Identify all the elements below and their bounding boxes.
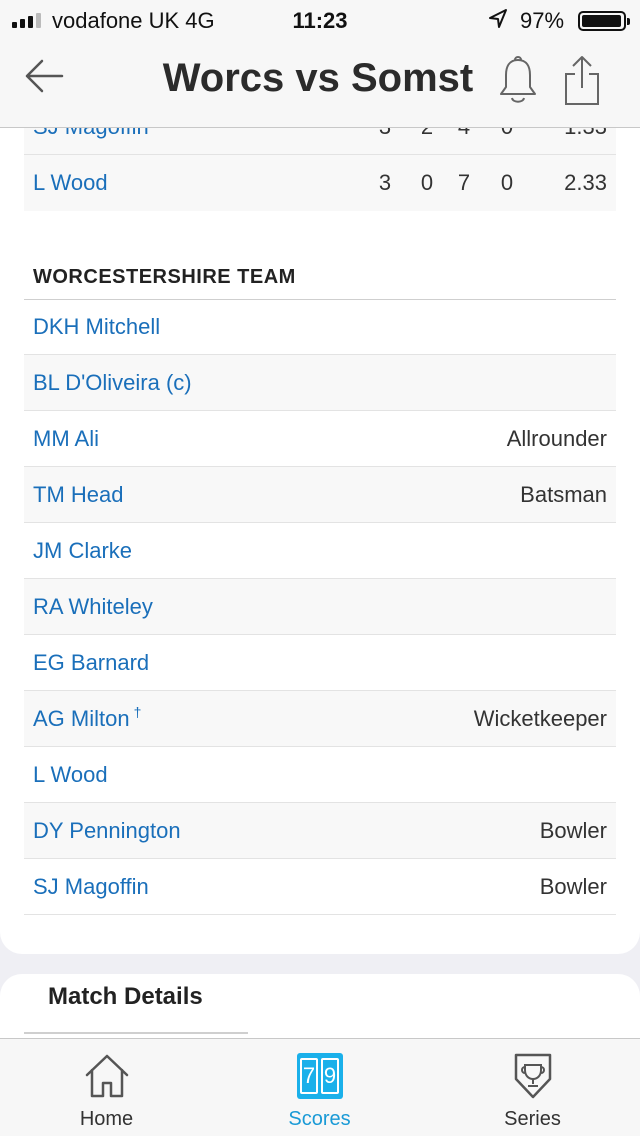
bowler-overs: 3 (378, 170, 392, 195)
tab-underline (24, 1032, 248, 1034)
player-name-text: MM Ali (33, 426, 99, 451)
player-name[interactable]: MM Ali (33, 426, 99, 452)
team-heading: WORCESTERSHIRE TEAM (24, 266, 616, 300)
home-icon (85, 1054, 128, 1098)
player-role: Bowler (539, 874, 607, 899)
player-row[interactable]: RA Whiteley (24, 579, 616, 635)
player-role: Allrounder (506, 426, 607, 451)
page-title: Worcs vs Somst (162, 56, 474, 100)
notifications-button[interactable] (496, 56, 540, 106)
scores-icon-digit: 7 (300, 1058, 318, 1094)
player-name[interactable]: DY Pennington (33, 818, 181, 844)
scores-icon-digit: 9 (321, 1058, 339, 1094)
tab-home-label: Home (79, 1108, 134, 1130)
player-row[interactable]: AG Milton † Wicketkeeper (24, 691, 616, 747)
bowler-name[interactable]: L Wood (33, 170, 108, 196)
battery-icon (578, 11, 630, 31)
player-name-text: AG Milton (33, 706, 130, 731)
bowler-maidens: 0 (420, 170, 434, 195)
bowling-row[interactable]: SJ Magoffin 3 2 4 0 1.33 (24, 128, 616, 155)
scorecard-panel: SJ Magoffin 3 2 4 0 1.33 L Wood 3 0 7 0 … (0, 128, 640, 954)
player-role: Bowler (539, 818, 607, 843)
player-name[interactable]: TM Head (33, 482, 123, 508)
share-icon (565, 56, 599, 105)
player-row[interactable]: MM Ali Allrounder (24, 411, 616, 467)
bowling-row[interactable]: L Wood 3 0 7 0 2.33 (24, 155, 616, 211)
player-row[interactable]: BL D'Oliveira (c) (24, 355, 616, 411)
bowler-maidens: 2 (412, 128, 442, 140)
battery-percent: 97% (520, 8, 565, 33)
scores-icon: 7 9 (296, 1053, 343, 1099)
player-name[interactable]: SJ Magoffin (33, 874, 149, 900)
player-name-text: SJ Magoffin (33, 874, 149, 899)
player-role: Wicketkeeper (473, 706, 607, 731)
player-row[interactable]: L Wood (24, 747, 616, 803)
tab-scores[interactable]: 7 9 Scores (213, 1039, 426, 1136)
bowler-economy: 1.33 (564, 128, 607, 140)
player-row[interactable]: SJ Magoffin Bowler (24, 859, 616, 915)
player-row[interactable]: TM Head Batsman (24, 467, 616, 523)
team-heading-label: WORCESTERSHIRE TEAM (33, 266, 296, 288)
tab-match-details[interactable]: Match Details (48, 983, 203, 1011)
player-row[interactable]: EG Barnard (24, 635, 616, 691)
player-role: Batsman (520, 482, 607, 507)
player-name[interactable]: DKH Mitchell (33, 314, 160, 340)
bowler-economy: 2.33 (564, 170, 607, 195)
tab-series[interactable]: Series (426, 1039, 639, 1136)
player-name-text: DKH Mitchell (33, 314, 161, 339)
bowler-wickets: 0 (492, 128, 522, 140)
player-row[interactable]: JM Clarke (24, 523, 616, 579)
player-name[interactable]: AG Milton † (33, 704, 142, 732)
player-name-text: L Wood (33, 762, 108, 787)
share-button[interactable] (562, 54, 602, 106)
player-name-text: RA Whiteley (33, 594, 153, 619)
player-name[interactable]: BL D'Oliveira (c) (33, 370, 192, 396)
location-arrow-icon (488, 8, 508, 36)
player-row[interactable]: DY Pennington Bowler (24, 803, 616, 859)
bowler-name[interactable]: SJ Magoffin (33, 128, 149, 140)
tab-series-label: Series (504, 1108, 561, 1130)
nav-header: Worcs vs Somst (0, 40, 640, 128)
player-name-text: EG Barnard (33, 650, 150, 675)
tab-home[interactable]: Home (0, 1039, 213, 1136)
player-name[interactable]: RA Whiteley (33, 594, 153, 620)
trophy-icon (514, 1053, 551, 1099)
bowler-overs: 3 (370, 128, 400, 140)
player-name-text: BL D'Oliveira (c) (33, 370, 192, 395)
player-name[interactable]: JM Clarke (33, 538, 132, 564)
bowler-runs: 7 (457, 170, 471, 195)
player-name[interactable]: EG Barnard (33, 650, 149, 676)
player-name[interactable]: L Wood (33, 762, 108, 788)
bell-icon (500, 56, 536, 103)
player-name-text: JM Clarke (33, 538, 133, 563)
tab-scores-label: Scores (288, 1108, 351, 1130)
bottom-tab-bar: Home 7 9 Scores Series (0, 1038, 640, 1136)
wicketkeeper-mark: † (133, 704, 142, 720)
bowler-wickets: 0 (500, 170, 514, 195)
player-name-text: DY Pennington (33, 818, 181, 843)
status-bar: vodafone UK 4G 11:23 97% (0, 0, 640, 40)
bowler-runs: 4 (449, 128, 479, 140)
player-name-text: TM Head (33, 482, 124, 507)
player-row[interactable]: DKH Mitchell (24, 299, 616, 355)
